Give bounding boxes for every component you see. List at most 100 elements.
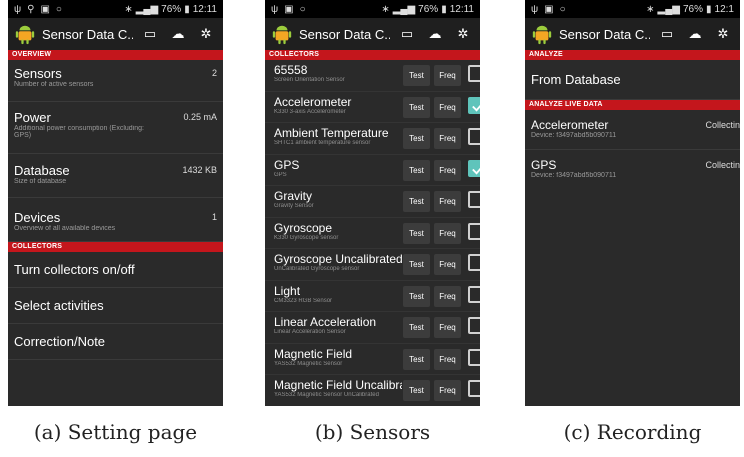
- sensors-item[interactable]: Sensors Number of active sensors 2: [8, 60, 223, 102]
- checkmark-icon: [472, 104, 480, 112]
- freq-button[interactable]: Freq: [434, 159, 461, 181]
- sensor-checkbox[interactable]: [468, 380, 480, 397]
- sensor-row: Gyroscope K330 Gyroscope sensor Test Freq: [265, 218, 480, 249]
- sensor-description: SHTC1 ambient temperature sensor: [274, 140, 371, 146]
- sensor-description: Linear Acceleration Sensor: [274, 329, 346, 335]
- sensor-checkbox[interactable]: [468, 159, 480, 177]
- sensor-row: Gravity Gravity Sensor Test Freq: [265, 186, 480, 218]
- checkmark-icon: [472, 167, 480, 175]
- freq-button[interactable]: Freq: [434, 128, 461, 149]
- freq-button[interactable]: Freq: [434, 317, 461, 338]
- test-button[interactable]: Test: [403, 191, 430, 212]
- sensor-checkbox[interactable]: [468, 254, 480, 271]
- devices-item[interactable]: Devices Overview of all available device…: [8, 198, 223, 242]
- analyze-header: ANALYZE: [525, 50, 740, 60]
- sensor-name: Ambient Temperature: [274, 126, 389, 140]
- devices-title: Devices: [14, 210, 61, 225]
- live-accelerometer-status: Collectin: [705, 120, 740, 130]
- app-bar: Sensor Data C... ▭ ☁ ✲: [525, 18, 740, 50]
- bluetooth-icon: ∗: [646, 3, 655, 15]
- test-button[interactable]: Test: [403, 285, 430, 307]
- sensor-checkbox[interactable]: [468, 65, 480, 82]
- cloud-icon[interactable]: ☁: [424, 26, 446, 42]
- live-accelerometer-item[interactable]: Accelerometer Device: f3497abd5b090711 C…: [525, 110, 740, 150]
- status-bar: ψ ▣ ○ ∗ ▂▄▆ 76% ▮ 12:11: [265, 0, 480, 18]
- laptop-icon[interactable]: ▭: [139, 26, 161, 42]
- image-icon: ▣: [284, 3, 294, 15]
- freq-button[interactable]: Freq: [434, 348, 461, 370]
- sensor-checkbox[interactable]: [468, 128, 480, 145]
- gear-icon[interactable]: ✲: [452, 26, 474, 42]
- freq-button[interactable]: Freq: [434, 254, 461, 275]
- sensor-row: Accelerometer K330 3-axis Accelerometer Te…: [265, 92, 480, 123]
- freq-button[interactable]: Freq: [434, 285, 461, 307]
- app-title: Sensor Data C...: [299, 26, 390, 42]
- caption-sensors: (b) Sensors: [314, 420, 431, 444]
- sensor-checkbox[interactable]: [468, 348, 480, 366]
- freq-button[interactable]: Freq: [434, 222, 461, 244]
- sensor-checkbox[interactable]: [468, 222, 480, 240]
- test-button[interactable]: Test: [403, 96, 430, 118]
- test-button[interactable]: Test: [403, 380, 430, 401]
- android-logo-icon: [15, 25, 35, 45]
- sensor-name: Gyroscope: [274, 220, 333, 235]
- test-button[interactable]: Test: [403, 222, 430, 244]
- sensor-row: Gyroscope Uncalibrated UnCalibrated Gyros…: [265, 249, 480, 281]
- laptop-icon[interactable]: ▭: [396, 26, 418, 42]
- gear-icon[interactable]: ✲: [712, 26, 734, 42]
- database-size: 1432 KB: [182, 165, 217, 175]
- live-gps-status: Collectin: [705, 160, 740, 170]
- freq-button[interactable]: Freq: [434, 65, 461, 86]
- sensor-row: Ambient Temperature SHTC1 ambient tempera…: [265, 123, 480, 155]
- battery-icon: ▮: [184, 3, 190, 15]
- freq-button[interactable]: Freq: [434, 96, 461, 118]
- from-database-item[interactable]: From Database: [525, 60, 740, 100]
- bluetooth-icon: ∗: [381, 3, 390, 15]
- sensor-row: Magnetic Field YAS532 Magnetic Sensor Test…: [265, 344, 480, 375]
- power-item[interactable]: Power Additional power consumption (Excl…: [8, 102, 223, 154]
- usb-icon: ψ: [271, 3, 279, 15]
- live-accelerometer-title: Accelerometer: [531, 118, 609, 132]
- collectors-header: COLLECTORS: [8, 242, 223, 252]
- sensors-screen: ψ ▣ ○ ∗ ▂▄▆ 76% ▮ 12:11 Sensor Data C... ▭ ☁ ✲…: [265, 0, 480, 406]
- android-logo-icon: [272, 25, 292, 45]
- sensor-checkbox[interactable]: [468, 317, 480, 334]
- clock-icon: ○: [299, 3, 306, 15]
- sensor-checkbox[interactable]: [468, 191, 480, 208]
- test-button[interactable]: Test: [403, 159, 430, 181]
- power-value: 0.25 mA: [183, 112, 217, 122]
- analyze-live-header: ANALYZE LIVE DATA: [525, 100, 740, 110]
- sensor-checkbox[interactable]: [468, 96, 480, 114]
- image-icon: ▣: [40, 3, 50, 15]
- sensor-name: Magnetic Field Uncalibrated: [274, 378, 402, 392]
- usb-icon: ψ: [14, 3, 22, 15]
- live-gps-item[interactable]: GPS Device: f3497abd5b090711 Collectin: [525, 150, 740, 190]
- sensor-checkbox[interactable]: [468, 285, 480, 303]
- test-button[interactable]: Test: [403, 128, 430, 149]
- test-button[interactable]: Test: [403, 254, 430, 275]
- battery-icon: ▮: [706, 3, 712, 15]
- status-bar: ψ ⚲ ▣ ○ ∗ ▂▄▆ 76% ▮ 12:11: [8, 0, 223, 18]
- sensors-subtitle: Number of active sensors: [14, 81, 94, 88]
- test-button[interactable]: Test: [403, 317, 430, 338]
- sensor-description: K330 3-axis Accelerometer: [274, 108, 346, 115]
- gear-icon[interactable]: ✲: [195, 26, 217, 42]
- live-gps-title: GPS: [531, 158, 557, 172]
- sensor-name: Accelerometer: [274, 94, 352, 109]
- sensor-row: 65558 Screen Orientation Sensor Test Freq: [265, 60, 480, 92]
- database-item[interactable]: Database Size of database 1432 KB: [8, 154, 223, 198]
- laptop-icon[interactable]: ▭: [656, 26, 678, 42]
- location-icon: ⚲: [27, 3, 35, 15]
- freq-button[interactable]: Freq: [434, 380, 461, 401]
- sensor-list: 65558 Screen Orientation Sensor Test Freq Ac…: [265, 60, 480, 406]
- cloud-icon[interactable]: ☁: [167, 26, 189, 42]
- test-button[interactable]: Test: [403, 348, 430, 370]
- cloud-icon[interactable]: ☁: [684, 26, 706, 42]
- freq-button[interactable]: Freq: [434, 191, 461, 212]
- power-subtitle: Additional power consumption (Excluding:…: [14, 125, 144, 139]
- turn-collectors-item[interactable]: Turn collectors on/off: [8, 252, 223, 288]
- correction-note-item[interactable]: Correction/Note: [8, 324, 223, 360]
- battery-percent: 76%: [683, 3, 704, 15]
- select-activities-item[interactable]: Select activities: [8, 288, 223, 324]
- test-button[interactable]: Test: [403, 65, 430, 86]
